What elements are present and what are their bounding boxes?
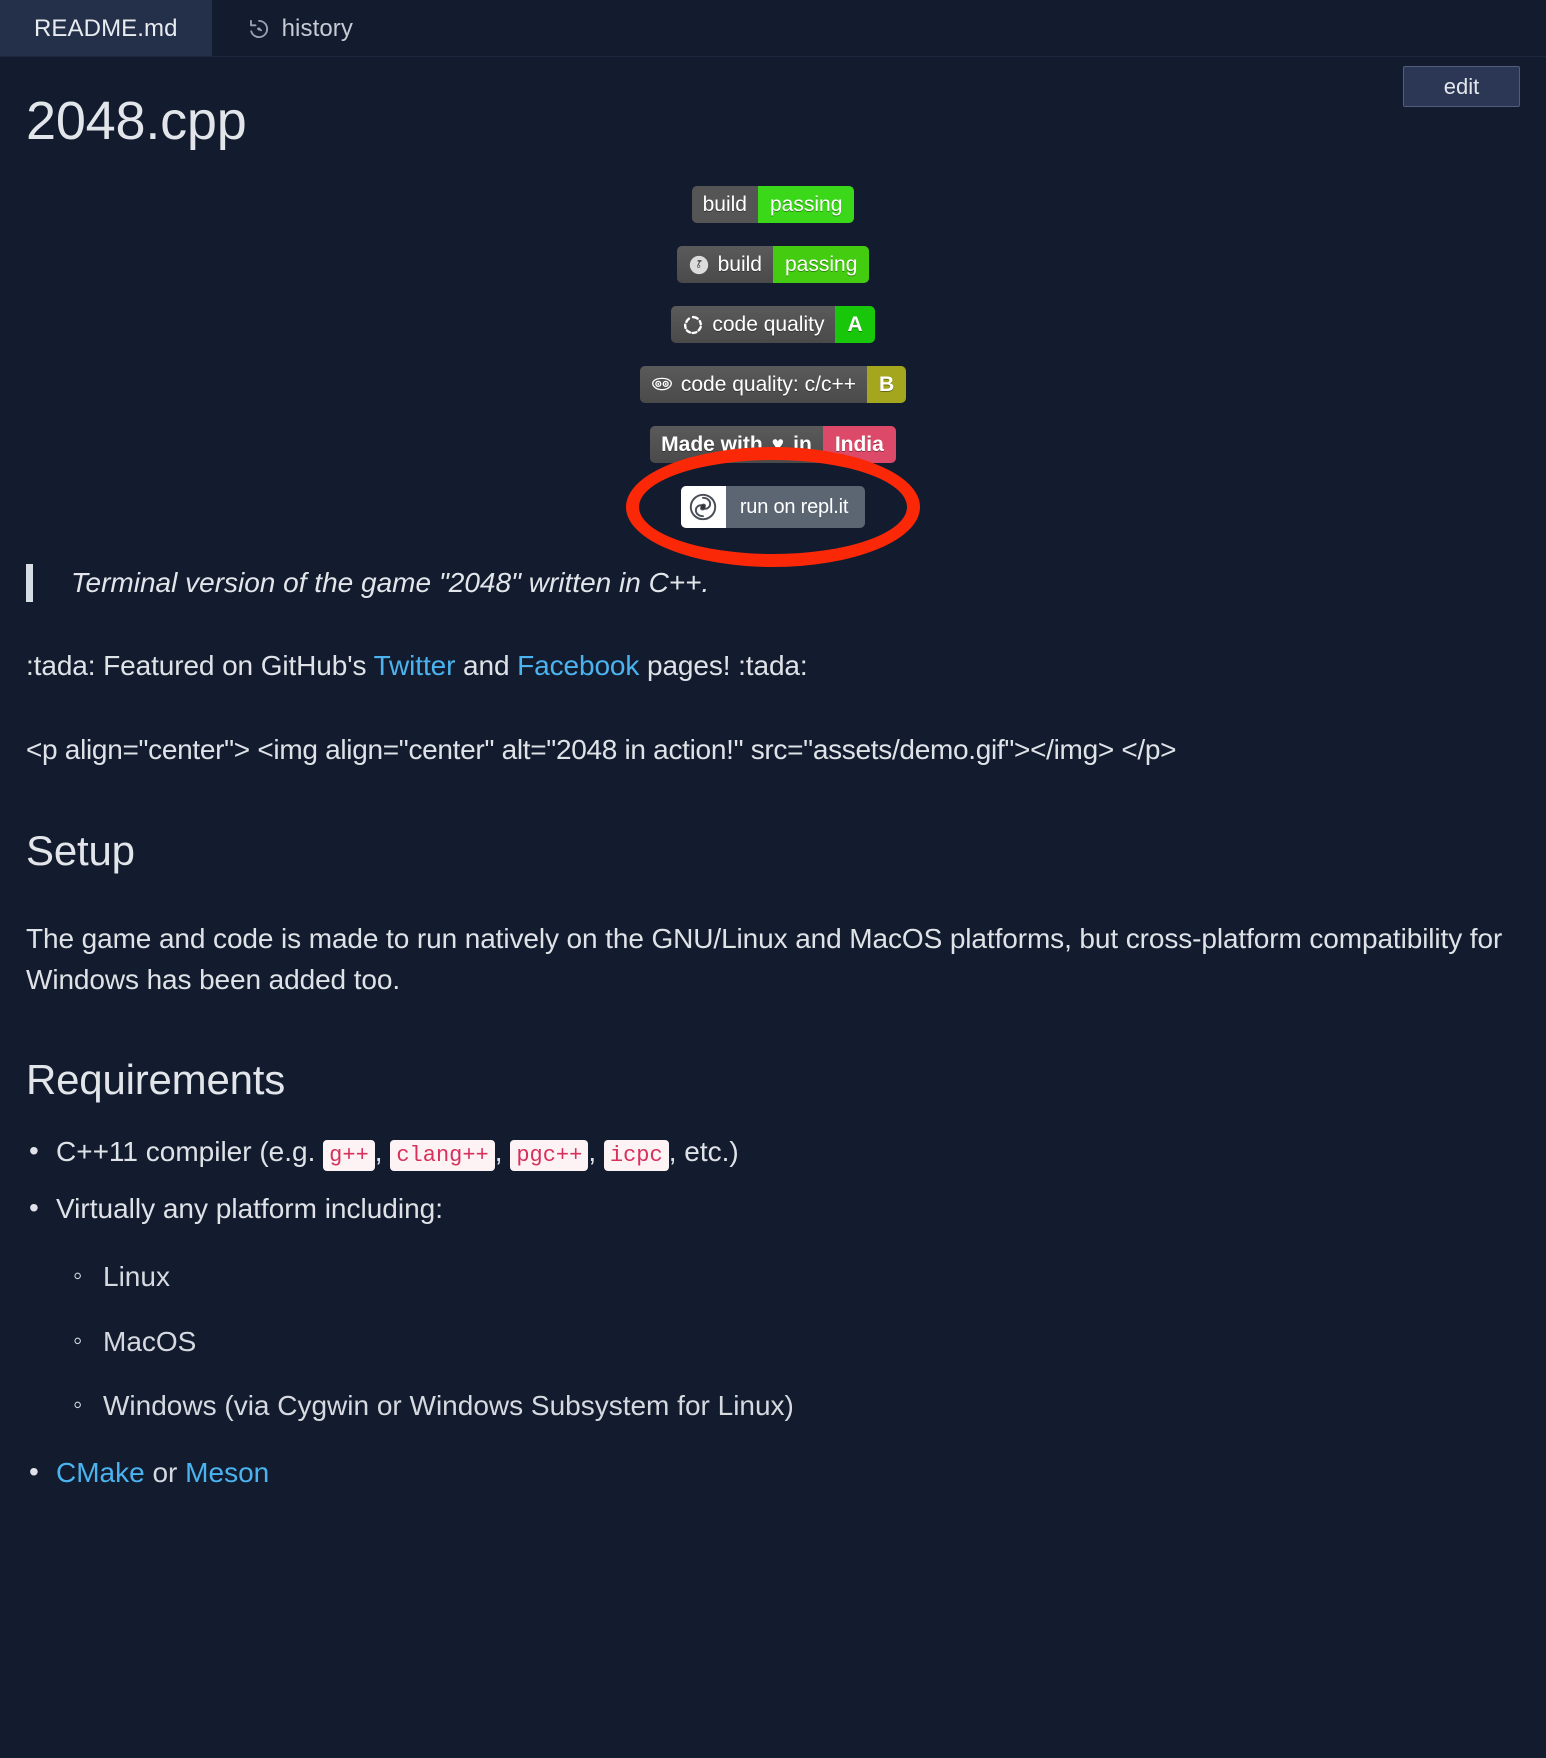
page-title: 2048.cpp xyxy=(26,91,247,151)
codebeat-quality-badge-right: A xyxy=(835,306,875,343)
history-icon xyxy=(246,16,272,42)
file-tab-bar: README.md history xyxy=(0,0,1546,57)
requirements-list: C++11 compiler (e.g. g++, clang++, pgc++… xyxy=(26,1131,1520,1230)
featured-suffix: pages! :tada: xyxy=(639,649,808,681)
made-with-love-badge-value: India xyxy=(834,433,884,456)
featured-prefix: :tada: Featured on GitHub's xyxy=(26,649,374,681)
build-status-badge-value: passing xyxy=(769,193,843,216)
travis-build-badge-value: passing xyxy=(784,253,858,276)
codebeat-quality-badge-left: code quality xyxy=(671,306,836,343)
travis-build-badge-left: build xyxy=(676,246,773,283)
made-with-love-badge[interactable]: Made with ♥ in India xyxy=(650,426,896,463)
codebeat-quality-badge-value: A xyxy=(847,313,863,336)
code-pgcpp: pgc++ xyxy=(510,1140,589,1172)
run-on-replit-label: run on repl.it xyxy=(739,495,849,518)
build-status-badge[interactable]: build passing xyxy=(691,186,855,223)
travis-ci-icon xyxy=(688,254,710,276)
codacy-icon xyxy=(651,374,673,396)
twitter-link[interactable]: Twitter xyxy=(374,650,456,681)
cmake-link[interactable]: CMake xyxy=(56,1457,145,1488)
meson-link[interactable]: Meson xyxy=(185,1457,269,1488)
code-gpp: g++ xyxy=(323,1140,375,1172)
build-status-badge-label: build xyxy=(702,193,747,216)
list-item-build-tools: CMake or Meson xyxy=(26,1452,1520,1494)
list-item-platforms: Virtually any platform including: xyxy=(26,1188,1520,1230)
heart-icon: ♥ xyxy=(771,433,785,456)
made-with-love-badge-right: India xyxy=(822,426,896,463)
made-with-love-badge-left: Made with ♥ in xyxy=(650,426,823,463)
codacy-quality-badge[interactable]: code quality: c/c++ B xyxy=(639,366,907,403)
made-with-label-pre: Made with xyxy=(661,433,763,456)
badge-list: build passing build passing code quality… xyxy=(26,186,1520,567)
tab-readme-label: README.md xyxy=(34,14,178,42)
codacy-quality-badge-label: code quality: c/c++ xyxy=(680,373,856,396)
build-tools-list: CMake or Meson xyxy=(26,1452,1520,1494)
tab-readme[interactable]: README.md xyxy=(0,0,212,57)
build-status-badge-right: passing xyxy=(757,186,855,223)
tab-history-label: history xyxy=(281,14,353,42)
sep-2: , xyxy=(494,1136,511,1168)
featured-paragraph: :tada: Featured on GitHub's Twitter and … xyxy=(26,646,1520,687)
run-on-replit-label-wrap: run on repl.it xyxy=(726,486,865,528)
codacy-quality-badge-left: code quality: c/c++ xyxy=(639,366,867,403)
run-on-replit-badge[interactable]: run on repl.it xyxy=(680,486,866,528)
codacy-quality-badge-value: B xyxy=(878,373,895,396)
code-icpc: icpc xyxy=(603,1140,669,1172)
facebook-link[interactable]: Facebook xyxy=(517,650,639,681)
featured-middle: and xyxy=(455,649,518,681)
replit-logo-icon xyxy=(680,486,726,528)
codebeat-icon xyxy=(682,314,704,336)
list-item-macos: MacOS xyxy=(73,1324,1520,1360)
codacy-quality-badge-right: B xyxy=(866,366,907,403)
platform-sublist: Linux MacOS Windows (via Cygwin or Windo… xyxy=(26,1259,1520,1424)
sep-3: , xyxy=(588,1136,604,1168)
tab-history[interactable]: history xyxy=(212,0,387,57)
list-item-compilers: C++11 compiler (e.g. g++, clang++, pgc++… xyxy=(26,1131,1520,1173)
compiler-prefix: C++11 compiler (e.g. xyxy=(56,1136,324,1168)
build-tools-middle: or xyxy=(144,1456,186,1488)
project-description-quote: Terminal version of the game "2048" writ… xyxy=(26,564,1520,602)
travis-build-badge[interactable]: build passing xyxy=(676,246,870,283)
list-item-windows: Windows (via Cygwin or Windows Subsystem… xyxy=(73,1388,1520,1424)
readme-content: 2048.cpp build passing build passing cod… xyxy=(0,90,1546,1493)
raw-html-line: <p align="center"> <img align="center" a… xyxy=(26,734,1177,766)
travis-build-badge-right: passing xyxy=(772,246,870,283)
list-item-linux: Linux xyxy=(73,1259,1520,1295)
requirements-heading: Requirements xyxy=(26,1056,286,1104)
code-clangpp: clang++ xyxy=(390,1140,495,1172)
setup-body: The game and code is made to run nativel… xyxy=(26,922,1503,995)
codebeat-quality-badge[interactable]: code quality A xyxy=(671,306,875,343)
sep-1: , xyxy=(374,1136,391,1168)
compiler-suffix: , etc.) xyxy=(668,1136,739,1168)
made-with-label-post: in xyxy=(793,433,812,456)
setup-heading: Setup xyxy=(26,826,135,874)
codebeat-quality-badge-label: code quality xyxy=(712,313,825,336)
build-status-badge-left: build xyxy=(691,186,758,223)
replit-badge-container: run on repl.it xyxy=(26,447,1520,567)
travis-build-badge-label: build xyxy=(717,253,762,276)
